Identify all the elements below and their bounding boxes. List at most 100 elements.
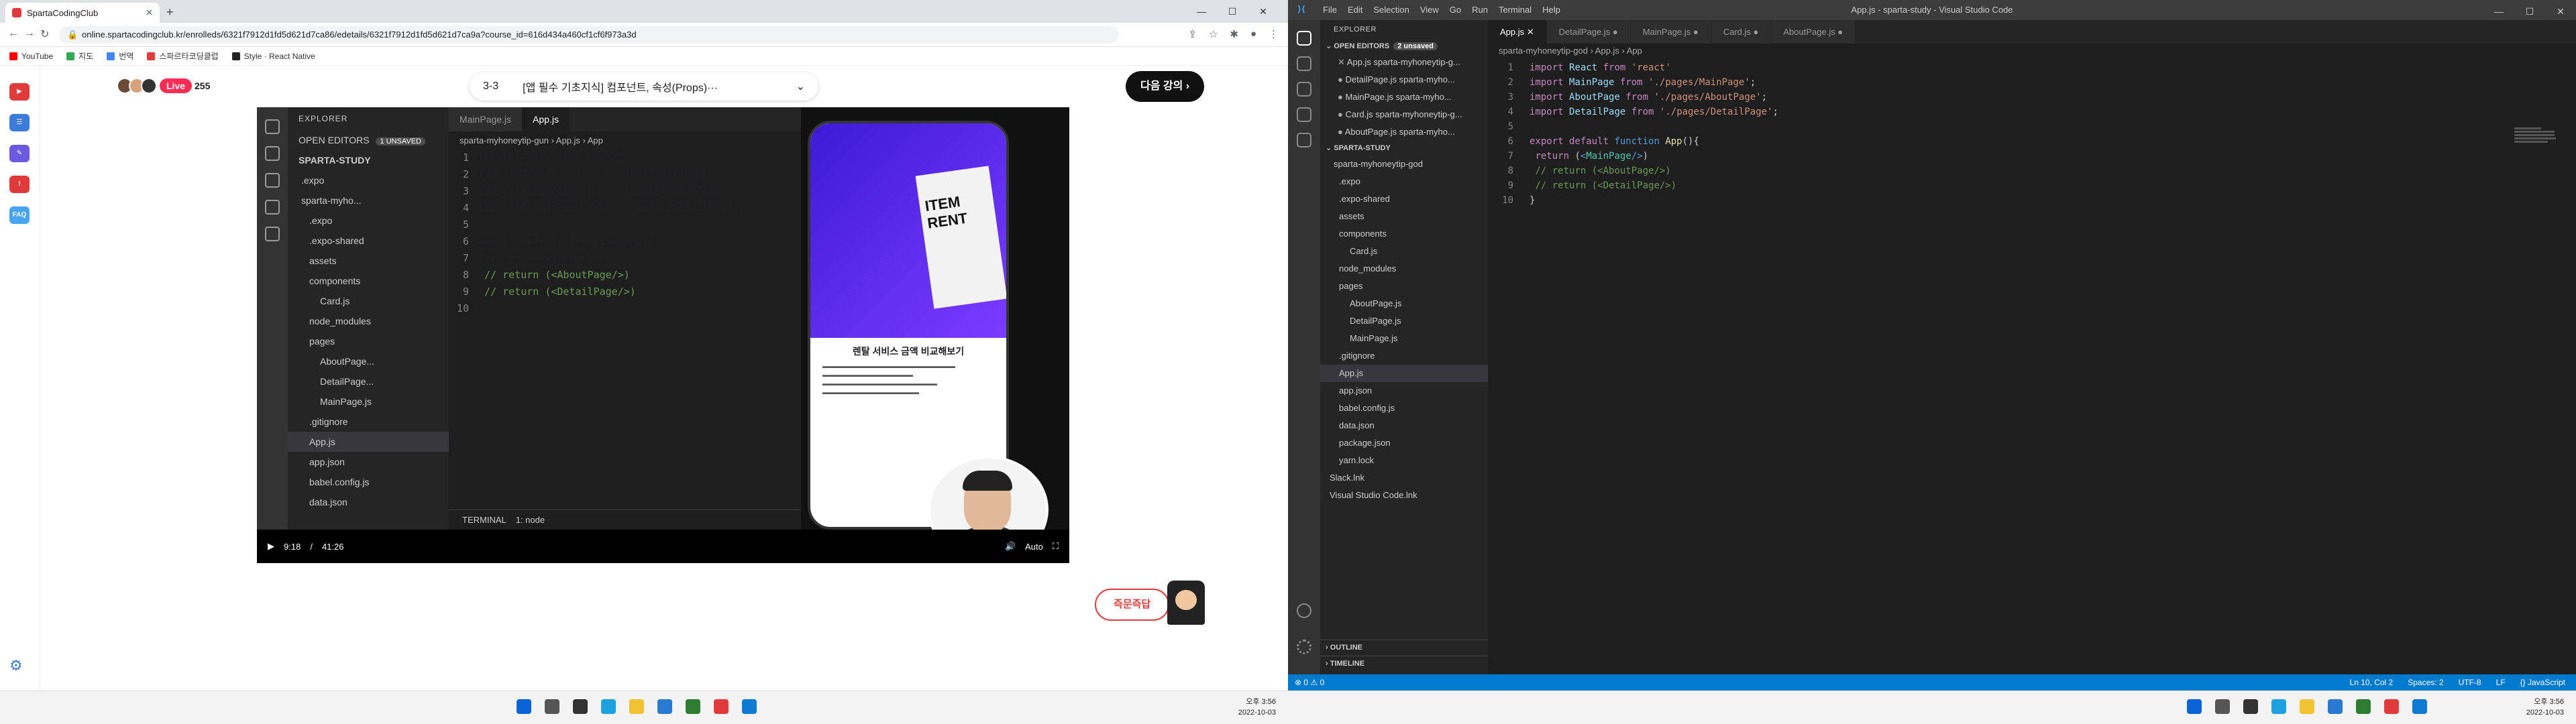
open-editor-item[interactable]: ● DetailPage.js sparta-myho...: [1320, 71, 1488, 88]
taskview-icon[interactable]: [573, 699, 588, 714]
taskbar-clock[interactable]: 오후 3:56 2022-10-03: [2526, 697, 2564, 718]
tree-item[interactable]: AboutPage.js: [1320, 295, 1488, 312]
open-editor-item[interactable]: ● MainPage.js sparta-myho...: [1320, 88, 1488, 106]
tree-item[interactable]: Visual Studio Code.lnk: [1320, 487, 1488, 504]
explorer-icon[interactable]: [1297, 31, 1311, 46]
tree-item[interactable]: assets: [1320, 208, 1488, 225]
start-icon[interactable]: [517, 699, 531, 714]
tree-item[interactable]: sparta-myhoneytip-god: [1320, 156, 1488, 173]
close-tab-icon[interactable]: ✕: [146, 7, 153, 18]
tree-item[interactable]: pages: [1320, 278, 1488, 295]
tree-item[interactable]: .gitignore: [1320, 347, 1488, 365]
tree-item[interactable]: babel.config.js: [1320, 400, 1488, 417]
tab-card[interactable]: Card.js ●: [1711, 20, 1772, 44]
open-editor-item[interactable]: ● AboutPage.js sparta-myho...: [1320, 123, 1488, 141]
settings-gear-icon[interactable]: ⚙: [9, 657, 23, 674]
search-icon[interactable]: [545, 699, 559, 714]
accounts-icon[interactable]: [1297, 603, 1311, 618]
search-icon[interactable]: [1297, 56, 1311, 71]
tree-item[interactable]: MainPage.js: [1320, 330, 1488, 347]
volume-icon[interactable]: 🔊: [1005, 541, 1016, 552]
minimize-icon[interactable]: —: [1186, 0, 1217, 23]
status-item[interactable]: Ln 10, Col 2: [2350, 674, 2394, 690]
open-editor-item[interactable]: ✕ App.js sparta-myhoneytip-g...: [1320, 54, 1488, 71]
outline-section[interactable]: › OUTLINE: [1320, 640, 1488, 654]
tree-item[interactable]: .expo: [1320, 173, 1488, 190]
forward-icon[interactable]: →: [24, 27, 35, 40]
tree-item[interactable]: yarn.lock: [1320, 452, 1488, 469]
problems-status[interactable]: ⊗ 0 ⚠ 0: [1295, 674, 1324, 690]
tree-item[interactable]: App.js: [1320, 365, 1488, 382]
dot-icon[interactable]: ●: [1338, 127, 1345, 137]
maximize-icon[interactable]: ☐: [2514, 0, 2545, 23]
reload-icon[interactable]: ↻: [40, 27, 49, 41]
start-icon[interactable]: [2187, 699, 2202, 714]
menu-icon[interactable]: ⋮: [1269, 28, 1279, 40]
tree-item[interactable]: Slack.lnk: [1320, 469, 1488, 487]
close-window-icon[interactable]: ✕: [2545, 0, 2576, 23]
tab-mainpage[interactable]: MainPage.js ●: [1630, 20, 1711, 44]
tree-item[interactable]: Card.js: [1320, 243, 1488, 260]
address-bar[interactable]: 🔒 online.spartacodingclub.kr/enrolleds/6…: [59, 26, 1119, 44]
qa-button[interactable]: 즉문즉답: [1095, 589, 1170, 621]
dot-icon[interactable]: ●: [1338, 74, 1345, 84]
bookmark-translate[interactable]: 번역: [107, 50, 133, 62]
status-item[interactable]: LF: [2496, 674, 2506, 690]
bookmark-youtube[interactable]: YouTube: [9, 52, 53, 61]
source-control-icon[interactable]: [1297, 82, 1311, 97]
extension-icon[interactable]: ✱: [1230, 28, 1238, 40]
sidebar-faq-button[interactable]: FAQ: [9, 206, 30, 224]
play-icon[interactable]: ▶: [268, 541, 274, 552]
app-icon[interactable]: [2356, 699, 2371, 714]
new-tab-icon[interactable]: +: [166, 5, 174, 19]
taskbar-clock[interactable]: 오후 3:56 2022-10-03: [1238, 697, 1276, 718]
folder-icon[interactable]: [629, 699, 644, 714]
search-icon[interactable]: [2215, 699, 2230, 714]
store-icon[interactable]: [657, 699, 672, 714]
tree-item[interactable]: app.json: [1320, 382, 1488, 400]
profile-icon[interactable]: ●: [1250, 28, 1256, 40]
open-editors-section[interactable]: ⌄ OPEN EDITORS 2 unsaved: [1320, 39, 1488, 54]
vscode-icon[interactable]: [742, 699, 757, 714]
sidebar-notes-icon[interactable]: ☰: [9, 114, 30, 131]
extensions-icon[interactable]: [1297, 133, 1311, 147]
maximize-icon[interactable]: ☐: [1217, 0, 1248, 23]
tree-item[interactable]: DetailPage.js: [1320, 312, 1488, 330]
app-icon[interactable]: [686, 699, 700, 714]
tab-detailpage[interactable]: DetailPage.js ●: [1546, 20, 1631, 44]
tree-item[interactable]: node_modules: [1320, 260, 1488, 278]
minimize-icon[interactable]: —: [2483, 0, 2514, 23]
tree-item[interactable]: .expo-shared: [1320, 190, 1488, 208]
dot-icon[interactable]: ●: [1338, 109, 1345, 119]
tab-app[interactable]: App.js ✕: [1488, 20, 1547, 44]
close-window-icon[interactable]: ✕: [1248, 0, 1279, 23]
star-icon[interactable]: ☆: [1209, 28, 1218, 40]
status-item[interactable]: UTF-8: [2459, 674, 2481, 690]
store-icon[interactable]: [2328, 699, 2343, 714]
bookmark-maps[interactable]: 지도: [66, 50, 93, 62]
edge-icon[interactable]: [601, 699, 616, 714]
chrome-icon[interactable]: [714, 699, 729, 714]
close-icon[interactable]: ✕: [1338, 57, 1347, 67]
folder-icon[interactable]: [2300, 699, 2314, 714]
tree-item[interactable]: data.json: [1320, 417, 1488, 434]
share-icon[interactable]: ⇪: [1188, 28, 1197, 40]
taskview-icon[interactable]: [2243, 699, 2258, 714]
minimap[interactable]: [2514, 127, 2561, 154]
chrome-icon[interactable]: [2384, 699, 2399, 714]
project-section[interactable]: ⌄ SPARTA-STUDY: [1320, 141, 1488, 156]
status-item[interactable]: Spaces: 2: [2408, 674, 2443, 690]
mascot-icon[interactable]: [1167, 581, 1205, 625]
bookmark-react-native[interactable]: Style · React Native: [231, 52, 315, 61]
bookmark-sparta[interactable]: 스파르타코딩클럽: [147, 50, 219, 62]
sidebar-alert-icon[interactable]: !: [9, 176, 30, 193]
tab-aboutpage[interactable]: AboutPage.js ●: [1771, 20, 1856, 44]
run-debug-icon[interactable]: [1297, 107, 1311, 122]
dot-icon[interactable]: ●: [1338, 92, 1345, 102]
lecture-video-player[interactable]: EXPLORER OPEN EDITORS 1 UNSAVED SPARTA-S…: [257, 107, 1069, 563]
code-editor[interactable]: 1 import React from 'react' 2 import MainP…: [1488, 60, 2576, 674]
status-item[interactable]: {} JavaScript: [2520, 674, 2565, 690]
browser-tab[interactable]: SpartaCodingClub ✕: [5, 3, 160, 23]
lecture-selector[interactable]: 3-3 [앱 필수 기초지식] 컴포넌트, 속성(Props)··· ⌄: [470, 72, 818, 101]
quality-label[interactable]: Auto: [1025, 542, 1043, 552]
